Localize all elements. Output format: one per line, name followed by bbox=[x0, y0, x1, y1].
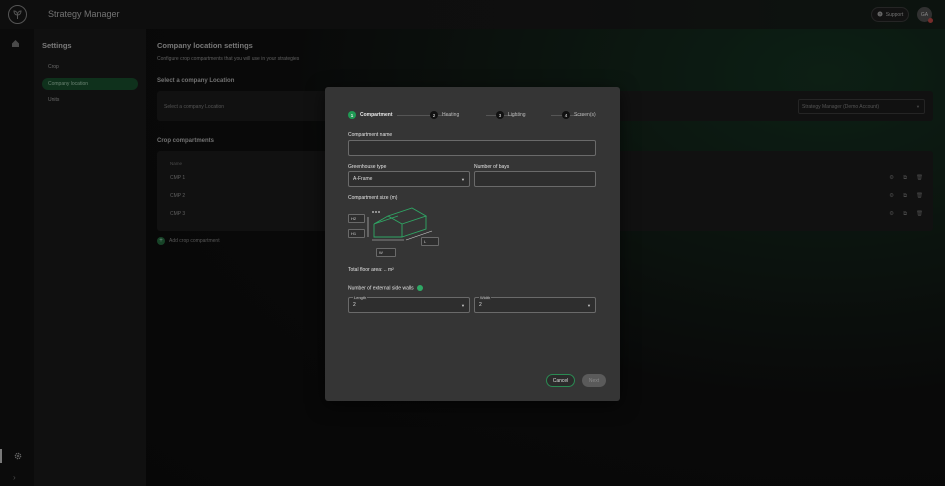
next-button[interactable]: Next bbox=[582, 374, 606, 387]
length-value: 2 bbox=[353, 302, 356, 308]
step-compartment[interactable]: 1 Compartment bbox=[348, 111, 393, 119]
chevron-down-icon: ▼ bbox=[461, 303, 465, 308]
step-label: Lighting bbox=[508, 112, 526, 118]
step-number: 4 bbox=[562, 111, 570, 119]
chevron-down-icon: ▼ bbox=[461, 177, 465, 182]
step-heating[interactable]: 2 Heating bbox=[430, 111, 459, 119]
step-label: Screen(s) bbox=[574, 112, 596, 118]
total-floor-area: Total floor area: .. m² bbox=[348, 267, 394, 273]
wizard-stepper: 1 Compartment 2 Heating 3 Lighting 4 Scr… bbox=[348, 111, 598, 121]
length-walls-select[interactable]: Length 2 ▼ bbox=[348, 295, 470, 313]
greenhouse-type-label: Greenhouse type bbox=[348, 164, 387, 170]
step-label: Heating bbox=[442, 112, 460, 118]
chevron-down-icon: ▼ bbox=[587, 303, 591, 308]
width-value: 2 bbox=[479, 302, 482, 308]
length-label: Length bbox=[353, 295, 368, 300]
number-of-bays-input[interactable] bbox=[474, 171, 596, 187]
step-number: 1 bbox=[348, 111, 356, 119]
greenhouse-type-select[interactable]: A-Frame ▼ bbox=[348, 171, 470, 187]
greenhouse-diagram: H2 H1 W L bbox=[348, 204, 443, 259]
info-icon[interactable] bbox=[416, 285, 423, 291]
external-walls-label-wrap: Number of external side walls bbox=[348, 285, 423, 291]
step-lighting[interactable]: 3 Lighting bbox=[496, 111, 526, 119]
step-label: Compartment bbox=[360, 112, 393, 118]
step-screens[interactable]: 4 Screen(s) bbox=[562, 111, 596, 119]
step-number: 2 bbox=[430, 111, 438, 119]
compartment-size-label: Compartment size (m) bbox=[348, 195, 398, 201]
greenhouse-outline-icon bbox=[367, 207, 433, 241]
width-walls-select[interactable]: Width 2 ▼ bbox=[474, 295, 596, 313]
compartment-name-input[interactable] bbox=[348, 140, 596, 156]
external-walls-label: Number of external side walls bbox=[348, 285, 414, 292]
compartment-name-label: Compartment name bbox=[348, 132, 393, 138]
step-number: 3 bbox=[496, 111, 504, 119]
compartment-modal: 1 Compartment 2 Heating 3 Lighting 4 Scr… bbox=[325, 87, 620, 401]
width-label: Width bbox=[479, 295, 492, 300]
number-of-bays-label: Number of bays bbox=[474, 164, 510, 170]
greenhouse-type-value: A-Frame bbox=[353, 176, 373, 182]
cancel-button[interactable]: Cancel bbox=[546, 374, 575, 387]
